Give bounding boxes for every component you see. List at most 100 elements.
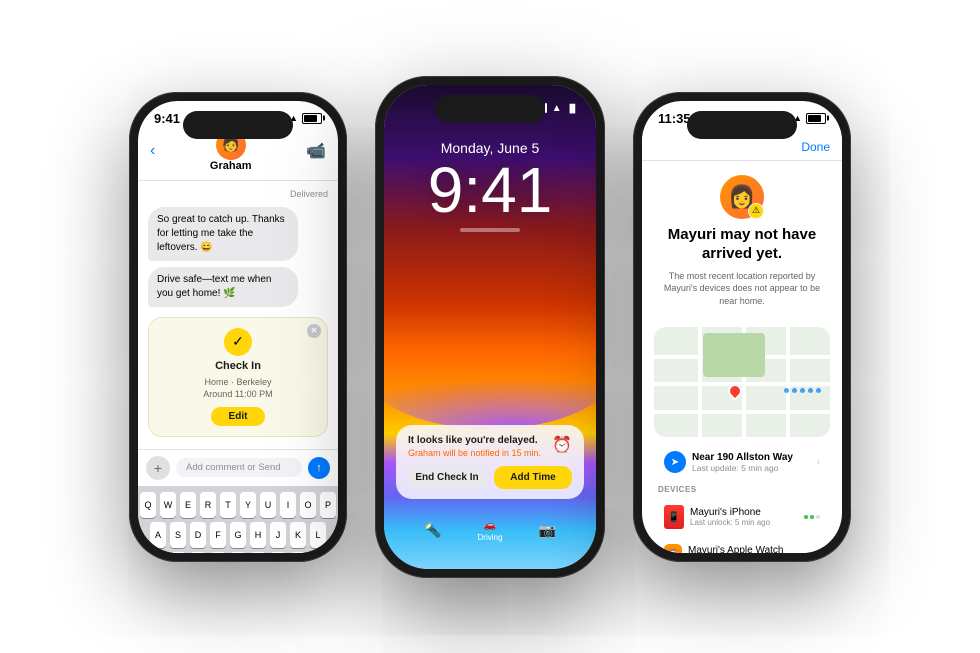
- iphone-status: Last unlock: 5 min ago: [690, 518, 798, 527]
- notification-buttons: End Check In Add Time: [408, 466, 572, 489]
- key-a[interactable]: A: [150, 522, 166, 548]
- key-u[interactable]: U: [260, 492, 276, 518]
- key-z[interactable]: Z: [170, 552, 186, 553]
- map-dot-trail: [784, 388, 821, 393]
- send-button[interactable]: ↑: [308, 457, 330, 479]
- key-x[interactable]: X: [190, 552, 206, 553]
- close-button[interactable]: ✕: [307, 324, 321, 338]
- trail-dot: [808, 388, 813, 393]
- keyboard-row-1: Q W E R T Y U I O P: [141, 492, 335, 518]
- keyboard-row-3: ⇧ Z X C V B N M ⌫: [141, 552, 335, 553]
- checkin-title: Check In: [215, 360, 261, 372]
- location-info: ➤ Near 190 Allston Way Last update: 5 mi…: [654, 443, 830, 481]
- lockscreen-notification: ⏰ It looks like you're delayed. Graham w…: [396, 425, 584, 499]
- key-o[interactable]: O: [300, 492, 316, 518]
- checkin-details: Home · Berkeley Around 11:00 PM: [203, 376, 272, 401]
- key-e[interactable]: E: [180, 492, 196, 518]
- signal-dot: [804, 515, 808, 519]
- key-c[interactable]: C: [210, 552, 226, 553]
- keyboard: Q W E R T Y U I O P A S D F G H: [138, 486, 338, 553]
- key-f[interactable]: F: [210, 522, 226, 548]
- key-b[interactable]: B: [250, 552, 266, 553]
- status-time: 9:41: [154, 111, 180, 126]
- add-time-button[interactable]: Add Time: [494, 466, 572, 489]
- key-delete[interactable]: ⌫: [310, 552, 330, 553]
- notch-3: [687, 111, 797, 139]
- plus-button[interactable]: +: [146, 456, 170, 480]
- alert-status-time: 11:35: [658, 111, 691, 126]
- key-n[interactable]: N: [270, 552, 286, 553]
- alert-screen: 11:35 ▲ Done: [642, 101, 842, 553]
- dock-flashlight[interactable]: 🔦: [419, 517, 447, 545]
- location-name: Near 190 Allston Way: [692, 452, 811, 463]
- key-d[interactable]: D: [190, 522, 206, 548]
- devices-label: DEVICES: [658, 485, 830, 494]
- battery-icon-3: [806, 113, 826, 124]
- key-l[interactable]: L: [310, 522, 326, 548]
- map-road-v1: [698, 327, 702, 437]
- key-m[interactable]: M: [290, 552, 306, 553]
- key-p[interactable]: P: [320, 492, 336, 518]
- home-indicator-2: [460, 228, 520, 232]
- phone-messages: 9:41 ▲ ‹ 🧑: [129, 92, 347, 562]
- lockscreen-screen: ▲ ▐▌ Monday, June 5 9:41 ⏰ It looks like…: [384, 85, 596, 569]
- back-button[interactable]: ‹: [150, 142, 155, 160]
- key-shift[interactable]: ⇧: [146, 552, 166, 553]
- trail-dot: [816, 388, 821, 393]
- notification-emoji: ⏰: [552, 435, 572, 455]
- edit-button[interactable]: Edit: [211, 407, 266, 426]
- delivered-label: Delivered: [148, 189, 328, 199]
- lockscreen-wave: [384, 309, 596, 429]
- phone-alert: 11:35 ▲ Done: [633, 92, 851, 562]
- signal-dot: [816, 515, 820, 519]
- alert-content: 👩 ⚠ Mayuri may not have arrived yet. The…: [642, 161, 842, 322]
- dock-camera[interactable]: 📷: [533, 517, 561, 545]
- key-k[interactable]: K: [290, 522, 306, 548]
- map-park: [703, 333, 765, 377]
- key-h[interactable]: H: [250, 522, 266, 548]
- location-update-time: Last update: 5 min ago: [692, 463, 811, 473]
- alert-map: [654, 327, 830, 437]
- keyboard-row-2: A S D F G H J K L: [141, 522, 335, 548]
- alert-title: Mayuri may not have arrived yet.: [654, 225, 830, 264]
- key-s[interactable]: S: [170, 522, 186, 548]
- contact-name: Graham: [210, 160, 252, 172]
- phone-lockscreen: ▲ ▐▌ Monday, June 5 9:41 ⏰ It looks like…: [375, 76, 605, 578]
- scene: 9:41 ▲ ‹ 🧑: [0, 0, 980, 653]
- notch-2: [435, 95, 545, 123]
- alert-subtitle: The most recent location reported by May…: [654, 270, 830, 308]
- key-v[interactable]: V: [230, 552, 246, 553]
- key-t[interactable]: T: [220, 492, 236, 518]
- devices-section: DEVICES 📱 Mayuri's iPhone Last unlock: 5…: [654, 485, 830, 552]
- iphone-icon: 📱: [664, 505, 684, 529]
- trail-dot: [784, 388, 789, 393]
- checkin-card: ✕ ✓ Check In Home · Berkeley Around 11:0…: [148, 317, 328, 437]
- lock-time: 9:41: [384, 158, 596, 222]
- key-q[interactable]: Q: [140, 492, 156, 518]
- iphone-name: Mayuri's iPhone: [690, 507, 798, 518]
- done-button[interactable]: Done: [801, 140, 830, 154]
- dock-driving[interactable]: 🚗 Driving: [476, 517, 504, 545]
- key-j[interactable]: J: [270, 522, 286, 548]
- messages-body: Delivered So great to catch up. Thanks f…: [138, 181, 338, 449]
- battery-icon: [302, 113, 322, 124]
- video-call-button[interactable]: 📹: [306, 141, 326, 161]
- alert-avatar: 👩 ⚠: [720, 175, 764, 219]
- end-checkin-button[interactable]: End Check In: [408, 466, 486, 489]
- key-w[interactable]: W: [160, 492, 176, 518]
- key-g[interactable]: G: [230, 522, 246, 548]
- key-i[interactable]: I: [280, 492, 296, 518]
- message-input-bar: + Add comment or Send ↑: [138, 449, 338, 486]
- watch-info: Mayuri's Apple Watch Last upd...: [688, 545, 804, 552]
- iphone-signals: [804, 515, 820, 519]
- key-r[interactable]: R: [200, 492, 216, 518]
- message-bubble-2: Drive safe—text me when you get home! 🌿: [148, 267, 298, 307]
- map-road-v3: [786, 327, 790, 437]
- messages-screen: 9:41 ▲ ‹ 🧑: [138, 101, 338, 553]
- notification-subtitle: Graham will be notified in 15 min.: [408, 448, 572, 458]
- message-input[interactable]: Add comment or Send: [176, 458, 302, 477]
- map-grid: [654, 327, 830, 437]
- key-y[interactable]: Y: [240, 492, 256, 518]
- iphone-info: Mayuri's iPhone Last unlock: 5 min ago: [690, 507, 798, 527]
- message-bubble-1: So great to catch up. Thanks for letting…: [148, 207, 298, 261]
